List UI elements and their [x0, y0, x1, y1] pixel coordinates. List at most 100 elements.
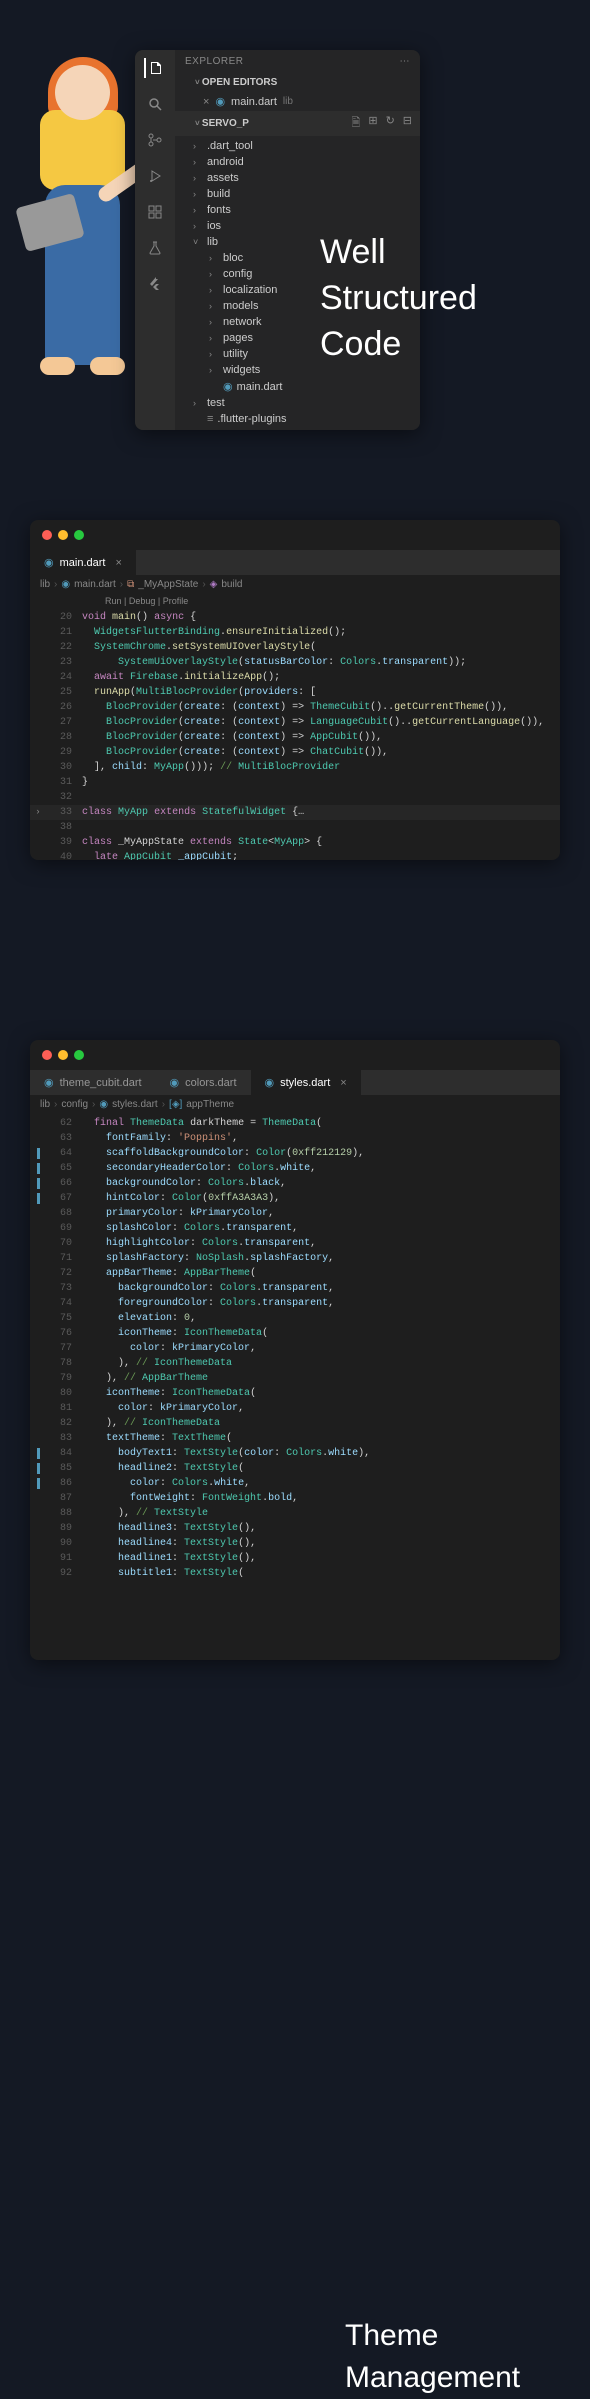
code-line: 81 color: kPrimaryColor,: [30, 1401, 560, 1416]
code-line: 89 headline3: TextStyle(),: [30, 1521, 560, 1536]
root-folder-row[interactable]: ˅ SERVO_P 🗎 ⊞ ↻ ⊟: [175, 111, 420, 136]
code-line: 73 backgroundColor: Colors.transparent,: [30, 1281, 560, 1296]
code-line: 74 foregroundColor: Colors.transparent,: [30, 1296, 560, 1311]
code-line: 83 textTheme: TextTheme(: [30, 1431, 560, 1446]
heading-structured: Well Structured Code: [320, 230, 477, 368]
flask-icon[interactable]: [145, 238, 165, 258]
explorer-title: EXPLORER: [185, 56, 243, 67]
explorer-header: EXPLORER ⋯: [175, 50, 420, 73]
code-line: ›33class MyApp extends StatefulWidget {…: [30, 805, 560, 820]
code-line: 22 SystemChrome.setSystemUIOverlayStyle(: [30, 640, 560, 655]
tree-item[interactable]: ◉main.dart: [175, 378, 420, 395]
files-icon[interactable]: [144, 58, 164, 78]
open-file-item[interactable]: × ◉ main.dart lib: [175, 92, 420, 111]
code-line: 85 headline2: TextStyle(: [30, 1461, 560, 1476]
code-line: 77 color: kPrimaryColor,: [30, 1341, 560, 1356]
close-dot[interactable]: [42, 530, 52, 540]
refresh-icon[interactable]: ↻: [386, 114, 395, 133]
code-window-main: ◉ main.dart × lib› ◉main.dart› ⧉_MyAppSt…: [30, 520, 560, 860]
code-line: 63 fontFamily: 'Poppins',: [30, 1131, 560, 1146]
close-icon[interactable]: ×: [115, 557, 121, 569]
close-icon[interactable]: ×: [340, 1077, 346, 1089]
code-line: 86 color: Colors.white,: [30, 1476, 560, 1491]
code-line: 72 appBarTheme: AppBarTheme(: [30, 1266, 560, 1281]
code-line: 24 await Firebase.initializeApp();: [30, 670, 560, 685]
close-dot[interactable]: [42, 1050, 52, 1060]
tree-item[interactable]: ›fonts: [175, 202, 420, 218]
more-icon[interactable]: ⋯: [400, 56, 411, 67]
code-line: 92 subtitle1: TextStyle(: [30, 1566, 560, 1581]
code-line: 40 late AppCubit _appCubit;: [30, 850, 560, 860]
code-line: 87 fontWeight: FontWeight.bold,: [30, 1491, 560, 1506]
code-line: 30 ], child: MyApp())); // MultiBlocProv…: [30, 760, 560, 775]
window-controls: [30, 520, 560, 550]
code-line: 25 runApp(MultiBlocProvider(providers: [: [30, 685, 560, 700]
code-line: 64 scaffoldBackgroundColor: Color(0xff21…: [30, 1146, 560, 1161]
tab-main-dart[interactable]: ◉ main.dart ×: [30, 550, 136, 575]
minimize-dot[interactable]: [58, 1050, 68, 1060]
tree-item[interactable]: ≡.flutter-plugins-dependencies: [175, 427, 420, 430]
open-file-folder: lib: [283, 96, 293, 107]
extensions-icon[interactable]: [145, 202, 165, 222]
window-controls: [30, 1040, 560, 1070]
code-line: 67 hintColor: Color(0xffA3A3A3),: [30, 1191, 560, 1206]
tree-item[interactable]: ›android: [175, 154, 420, 170]
breadcrumb[interactable]: lib› ◉main.dart› ⧉_MyAppState› ◈build: [30, 575, 560, 594]
tree-item[interactable]: ›assets: [175, 170, 420, 186]
flutter-icon[interactable]: [145, 274, 165, 294]
code-line: 88 ), // TextStyle: [30, 1506, 560, 1521]
collapse-icon[interactable]: ⊟: [403, 114, 412, 133]
editor-tabs: ◉ main.dart ×: [30, 550, 560, 575]
code-line: 71 splashFactory: NoSplash.splashFactory…: [30, 1251, 560, 1266]
debug-icon[interactable]: [145, 166, 165, 186]
tab[interactable]: ◉colors.dart: [156, 1070, 251, 1095]
code-line: 39class _MyAppState extends State<MyApp>…: [30, 835, 560, 850]
code-window-styles: ◉theme_cubit.dart◉colors.dart◉styles.dar…: [30, 1040, 560, 1660]
code-line: 20void main() async {: [30, 610, 560, 625]
new-file-icon[interactable]: 🗎: [351, 114, 360, 133]
code-line: 70 highlightColor: Colors.transparent,: [30, 1236, 560, 1251]
code-line: 76 iconTheme: IconThemeData(: [30, 1326, 560, 1341]
minimize-dot[interactable]: [58, 530, 68, 540]
close-icon[interactable]: ×: [203, 96, 209, 108]
code-line: 66 backgroundColor: Colors.black,: [30, 1176, 560, 1191]
code-line: 32: [30, 790, 560, 805]
code-line: 75 elevation: 0,: [30, 1311, 560, 1326]
code-line: 28 BlocProvider(create: (context) => App…: [30, 730, 560, 745]
code-line: 78 ), // IconThemeData: [30, 1356, 560, 1371]
code-line: 79 ), // AppBarTheme: [30, 1371, 560, 1386]
code-line: 21 WidgetsFlutterBinding.ensureInitializ…: [30, 625, 560, 640]
tab[interactable]: ◉theme_cubit.dart: [30, 1070, 156, 1095]
code-line: 29 BlocProvider(create: (context) => Cha…: [30, 745, 560, 760]
maximize-dot[interactable]: [74, 1050, 84, 1060]
tree-item[interactable]: ›test: [175, 395, 420, 411]
code-line: 31}: [30, 775, 560, 790]
code-line: 26 BlocProvider(create: (context) => The…: [30, 700, 560, 715]
tree-item[interactable]: ›build: [175, 186, 420, 202]
code-line: 69 splashColor: Colors.transparent,: [30, 1221, 560, 1236]
code-line: 23 SystemUiOverlayStyle(statusBarColor: …: [30, 655, 560, 670]
source-control-icon[interactable]: [145, 130, 165, 150]
code-line: 91 headline1: TextStyle(),: [30, 1551, 560, 1566]
code-line: 65 secondaryHeaderColor: Colors.white,: [30, 1161, 560, 1176]
tree-item[interactable]: ≡.flutter-plugins: [175, 411, 420, 427]
activity-bar: [135, 50, 175, 430]
open-editors-section[interactable]: ˅ OPEN EDITORS: [175, 73, 420, 92]
new-folder-icon[interactable]: ⊞: [368, 114, 377, 133]
tab[interactable]: ◉styles.dart×: [251, 1070, 361, 1095]
run-bar[interactable]: Run | Debug | Profile: [30, 594, 560, 608]
editor-tabs: ◉theme_cubit.dart◉colors.dart◉styles.dar…: [30, 1070, 560, 1095]
code-editor[interactable]: 20void main() async {21 WidgetsFlutterBi…: [30, 608, 560, 860]
code-line: 27 BlocProvider(create: (context) => Lan…: [30, 715, 560, 730]
code-line: 38: [30, 820, 560, 835]
maximize-dot[interactable]: [74, 530, 84, 540]
heading-theme: Theme Management: [345, 2315, 520, 2399]
code-line: 80 iconTheme: IconThemeData(: [30, 1386, 560, 1401]
tree-item[interactable]: ›.dart_tool: [175, 138, 420, 154]
code-editor[interactable]: 62 final ThemeData darkTheme = ThemeData…: [30, 1114, 560, 1583]
breadcrumb[interactable]: lib› config› ◉styles.dart› [◈]appTheme: [30, 1095, 560, 1114]
code-line: 62 final ThemeData darkTheme = ThemeData…: [30, 1116, 560, 1131]
code-line: 90 headline4: TextStyle(),: [30, 1536, 560, 1551]
search-icon[interactable]: [145, 94, 165, 114]
code-line: 84 bodyText1: TextStyle(color: Colors.wh…: [30, 1446, 560, 1461]
